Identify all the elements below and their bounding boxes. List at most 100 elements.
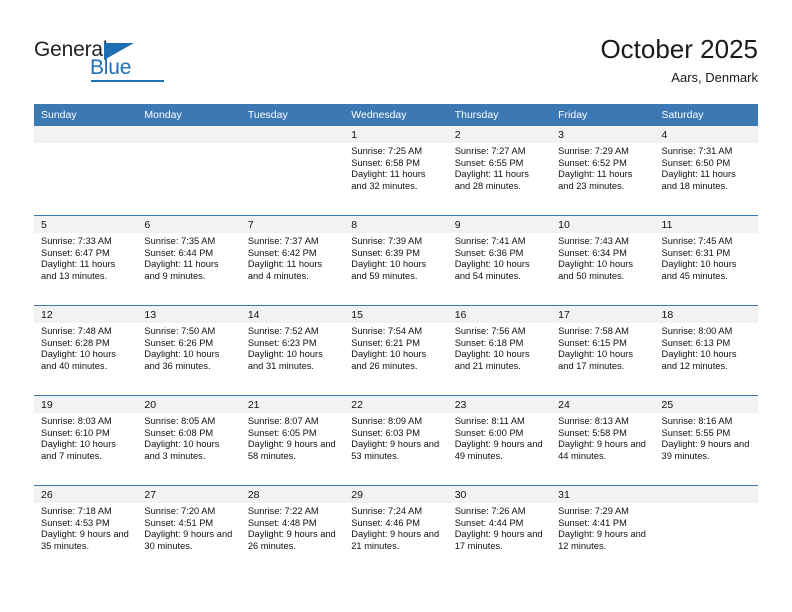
calendar-day-cell[interactable]: 15 Sunrise: 7:54 AM Sunset: 6:21 PM Dayligh… [344, 305, 448, 396]
daylight-text: Daylight: 10 hours and 7 minutes. [41, 439, 116, 461]
daylight-text: Daylight: 10 hours and 26 minutes. [351, 349, 427, 371]
calendar-day-cell[interactable]: 25 Sunrise: 8:16 AM Sunset: 5:55 PM Dayligh… [654, 395, 758, 486]
weekday-header-saturday: Saturday [654, 104, 758, 126]
sunset-text: Sunset: 6:55 PM [454, 157, 524, 168]
daylight-text: Daylight: 11 hours and 32 minutes. [351, 169, 426, 191]
sunset-text: Sunset: 6:42 PM [247, 247, 317, 258]
sunrise-text: Sunrise: 7:56 AM [454, 326, 526, 336]
calendar-day-cell[interactable]: 29 Sunrise: 7:24 AM Sunset: 4:46 PM Dayligh… [344, 485, 448, 575]
daylight-text: Daylight: 11 hours and 13 minutes. [41, 259, 116, 281]
calendar-day-cell[interactable]: 9 Sunrise: 7:41 AM Sunset: 6:36 PM Daylight… [447, 215, 552, 306]
day-details: Sunrise: 8:05 AM Sunset: 6:08 PM Daylight:… [137, 413, 240, 462]
day-details: Sunrise: 7:22 AM Sunset: 4:48 PM Daylight:… [241, 503, 344, 552]
calendar-day-cell[interactable]: 1 Sunrise: 7:25 AM Sunset: 6:58 PM Daylight… [344, 126, 448, 216]
day-details: Sunrise: 8:07 AM Sunset: 6:05 PM Daylight:… [241, 413, 344, 462]
sunrise-text: Sunrise: 7:41 AM [454, 236, 526, 246]
sunrise-text: Sunrise: 8:07 AM [247, 416, 319, 426]
day-details: Sunrise: 7:31 AM Sunset: 6:50 PM Daylight:… [655, 143, 758, 192]
calendar-day-cell[interactable]: 8 Sunrise: 7:39 AM Sunset: 6:39 PM Daylight… [344, 215, 448, 306]
day-number: 26 [34, 486, 138, 503]
calendar-day-cell[interactable]: 22 Sunrise: 8:09 AM Sunset: 6:03 PM Dayligh… [344, 395, 448, 486]
sunset-text: Sunset: 6:21 PM [351, 337, 420, 348]
calendar-day-cell[interactable]: 31 Sunrise: 7:29 AM Sunset: 4:41 PM Dayligh… [551, 485, 655, 575]
calendar-day-cell[interactable]: 26 Sunrise: 7:18 AM Sunset: 4:53 PM Dayligh… [34, 485, 138, 575]
calendar-day-cell[interactable] [240, 126, 345, 216]
sunrise-text: Sunrise: 7:33 AM [41, 236, 112, 246]
daylight-text: Daylight: 10 hours and 3 minutes. [144, 439, 220, 461]
calendar-header-row: Sunday Monday Tuesday Wednesday Thursday… [34, 104, 758, 126]
day-number: 12 [34, 306, 138, 323]
calendar-day-cell[interactable]: 5 Sunrise: 7:33 AM Sunset: 6:47 PM Daylight… [34, 215, 138, 306]
location-subtitle: Aars, Denmark [671, 70, 758, 85]
calendar-day-cell[interactable]: 28 Sunrise: 7:22 AM Sunset: 4:48 PM Dayligh… [240, 485, 345, 575]
day-number: 15 [344, 306, 448, 323]
calendar-day-cell[interactable]: 7 Sunrise: 7:37 AM Sunset: 6:42 PM Daylight… [240, 215, 345, 306]
sunrise-text: Sunrise: 8:09 AM [351, 416, 423, 426]
day-number [654, 486, 758, 503]
day-details: Sunrise: 7:58 AM Sunset: 6:15 PM Daylight:… [551, 323, 654, 372]
weekday-header-tuesday: Tuesday [240, 104, 345, 126]
daylight-text: Daylight: 9 hours and 58 minutes. [247, 439, 336, 461]
calendar-day-cell[interactable]: 20 Sunrise: 8:05 AM Sunset: 6:08 PM Dayligh… [137, 395, 241, 486]
calendar-day-cell[interactable]: 24 Sunrise: 8:13 AM Sunset: 5:58 PM Dayligh… [551, 395, 655, 486]
daylight-text: Daylight: 9 hours and 44 minutes. [558, 439, 646, 461]
calendar-day-cell[interactable] [34, 126, 138, 216]
day-number: 2 [447, 126, 552, 143]
sunset-text: Sunset: 6:10 PM [41, 427, 110, 438]
day-number: 11 [654, 216, 758, 233]
calendar-week-row: 1 Sunrise: 7:25 AM Sunset: 6:58 PM Daylight… [34, 126, 758, 216]
daylight-text: Daylight: 9 hours and 21 minutes. [351, 529, 440, 551]
calendar-day-cell[interactable]: 4 Sunrise: 7:31 AM Sunset: 6:50 PM Daylight… [654, 126, 758, 216]
calendar-day-cell[interactable]: 23 Sunrise: 8:11 AM Sunset: 6:00 PM Dayligh… [447, 395, 552, 486]
calendar-day-cell[interactable]: 19 Sunrise: 8:03 AM Sunset: 6:10 PM Dayligh… [34, 395, 138, 486]
calendar-week-row: 26 Sunrise: 7:18 AM Sunset: 4:53 PM Dayligh… [34, 485, 758, 575]
sunset-text: Sunset: 4:46 PM [351, 517, 420, 528]
day-details: Sunrise: 7:33 AM Sunset: 6:47 PM Daylight:… [34, 233, 137, 282]
daylight-text: Daylight: 11 hours and 9 minutes. [144, 259, 219, 281]
calendar-week-row: 12 Sunrise: 7:48 AM Sunset: 6:28 PM Dayligh… [34, 305, 758, 396]
sunrise-text: Sunrise: 8:16 AM [661, 416, 733, 426]
sunset-text: Sunset: 6:08 PM [144, 427, 214, 438]
day-details: Sunrise: 8:16 AM Sunset: 5:55 PM Daylight:… [655, 413, 758, 462]
calendar-day-cell[interactable]: 11 Sunrise: 7:45 AM Sunset: 6:31 PM Dayligh… [654, 215, 758, 306]
day-details: Sunrise: 8:09 AM Sunset: 6:03 PM Daylight:… [344, 413, 447, 462]
calendar-page: General Blue October 2025 Aars, Denmark … [0, 0, 792, 612]
calendar-day-cell[interactable]: 17 Sunrise: 7:58 AM Sunset: 6:15 PM Dayligh… [551, 305, 655, 396]
calendar-day-cell[interactable]: 27 Sunrise: 7:20 AM Sunset: 4:51 PM Dayligh… [137, 485, 241, 575]
sunset-text: Sunset: 6:50 PM [661, 157, 731, 168]
sunrise-text: Sunrise: 7:22 AM [247, 506, 319, 516]
daylight-text: Daylight: 9 hours and 17 minutes. [454, 529, 543, 551]
day-details: Sunrise: 7:56 AM Sunset: 6:18 PM Daylight:… [448, 323, 551, 372]
sunset-text: Sunset: 6:44 PM [144, 247, 214, 258]
calendar-day-cell[interactable]: 6 Sunrise: 7:35 AM Sunset: 6:44 PM Daylight… [137, 215, 241, 306]
day-details: Sunrise: 7:48 AM Sunset: 6:28 PM Daylight:… [34, 323, 137, 372]
day-number: 16 [447, 306, 552, 323]
day-number: 27 [137, 486, 241, 503]
page-title: October 2025 [600, 34, 758, 64]
calendar-day-cell[interactable]: 21 Sunrise: 8:07 AM Sunset: 6:05 PM Dayligh… [240, 395, 345, 486]
calendar-day-cell[interactable]: 18 Sunrise: 8:00 AM Sunset: 6:13 PM Dayligh… [654, 305, 758, 396]
daylight-text: Daylight: 10 hours and 40 minutes. [41, 349, 116, 371]
day-number: 20 [137, 396, 241, 413]
calendar-day-cell[interactable]: 13 Sunrise: 7:50 AM Sunset: 6:26 PM Dayligh… [137, 305, 241, 396]
sunset-text: Sunset: 6:26 PM [144, 337, 214, 348]
sunrise-text: Sunrise: 7:45 AM [661, 236, 733, 246]
day-details: Sunrise: 8:13 AM Sunset: 5:58 PM Daylight:… [551, 413, 654, 462]
sunrise-text: Sunrise: 7:18 AM [41, 506, 112, 516]
logo-text-blue: Blue [90, 56, 132, 79]
calendar-day-cell[interactable]: 10 Sunrise: 7:43 AM Sunset: 6:34 PM Dayligh… [551, 215, 655, 306]
calendar-day-cell[interactable]: 30 Sunrise: 7:26 AM Sunset: 4:44 PM Dayligh… [447, 485, 552, 575]
calendar-day-cell[interactable]: 14 Sunrise: 7:52 AM Sunset: 6:23 PM Dayligh… [240, 305, 345, 396]
calendar-day-cell[interactable] [654, 485, 758, 575]
calendar-day-cell[interactable]: 16 Sunrise: 7:56 AM Sunset: 6:18 PM Dayligh… [447, 305, 552, 396]
sunrise-text: Sunrise: 7:54 AM [351, 326, 423, 336]
day-details: Sunrise: 7:37 AM Sunset: 6:42 PM Daylight:… [241, 233, 344, 282]
sunrise-text: Sunrise: 8:03 AM [41, 416, 112, 426]
day-number: 9 [447, 216, 552, 233]
calendar-day-cell[interactable]: 3 Sunrise: 7:29 AM Sunset: 6:52 PM Daylight… [551, 126, 655, 216]
calendar-day-cell[interactable] [137, 126, 241, 216]
calendar-day-cell[interactable]: 12 Sunrise: 7:48 AM Sunset: 6:28 PM Dayligh… [34, 305, 138, 396]
daylight-text: Daylight: 11 hours and 28 minutes. [454, 169, 529, 191]
daylight-text: Daylight: 11 hours and 4 minutes. [247, 259, 323, 281]
calendar-day-cell[interactable]: 2 Sunrise: 7:27 AM Sunset: 6:55 PM Daylight… [447, 126, 552, 216]
